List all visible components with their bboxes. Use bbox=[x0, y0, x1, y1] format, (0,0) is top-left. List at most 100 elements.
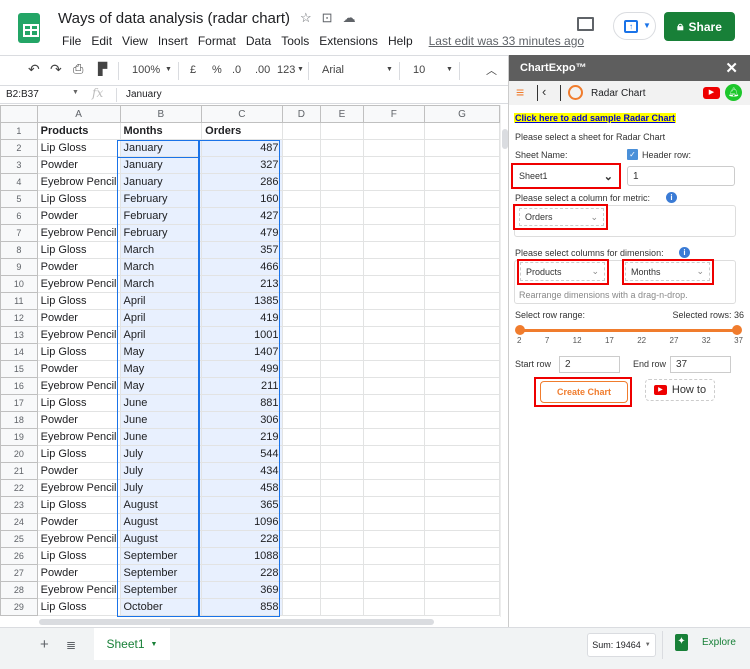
row-number[interactable]: 27 bbox=[0, 564, 38, 582]
cell[interactable]: 466 bbox=[201, 258, 283, 276]
cell[interactable] bbox=[423, 564, 500, 582]
share-button[interactable]: 🔒︎ Share bbox=[664, 12, 735, 41]
cell[interactable] bbox=[362, 513, 425, 531]
cloud-status-icon[interactable]: ☁ bbox=[343, 10, 356, 26]
range-end-handle[interactable] bbox=[732, 325, 742, 335]
cell[interactable]: 1385 bbox=[201, 292, 283, 310]
row-number[interactable]: 4 bbox=[0, 173, 38, 191]
cell[interactable] bbox=[423, 462, 500, 480]
cell[interactable]: 286 bbox=[201, 173, 283, 191]
cell[interactable] bbox=[320, 139, 364, 157]
row-number[interactable]: 14 bbox=[0, 343, 38, 361]
cell[interactable]: Eyebrow Pencil bbox=[36, 326, 121, 344]
column-header-b[interactable]: B bbox=[119, 105, 203, 123]
document-title[interactable]: Ways of data analysis (radar chart) bbox=[58, 10, 290, 27]
cell[interactable] bbox=[281, 122, 322, 140]
cell[interactable]: 434 bbox=[201, 462, 283, 480]
cell[interactable]: Lip Gloss bbox=[36, 547, 121, 565]
cell[interactable] bbox=[320, 224, 364, 242]
create-chart-button[interactable]: Create Chart bbox=[540, 381, 628, 403]
cell[interactable] bbox=[281, 343, 322, 361]
cell[interactable]: Lip Gloss bbox=[36, 445, 121, 463]
cell[interactable] bbox=[281, 309, 322, 327]
cell[interactable] bbox=[320, 462, 364, 480]
cell[interactable]: Eyebrow Pencil bbox=[36, 479, 121, 497]
cell[interactable]: Powder bbox=[36, 156, 121, 174]
info-icon[interactable]: i bbox=[666, 192, 677, 203]
cell[interactable] bbox=[362, 496, 425, 514]
name-box[interactable]: B2:B37 bbox=[6, 89, 39, 100]
cell[interactable] bbox=[362, 462, 425, 480]
row-number[interactable]: 17 bbox=[0, 394, 38, 412]
cell[interactable]: Powder bbox=[36, 513, 121, 531]
cell[interactable] bbox=[362, 309, 425, 327]
move-folder-icon[interactable]: ⊡ bbox=[322, 10, 333, 26]
cell[interactable]: August bbox=[119, 513, 203, 531]
cell[interactable] bbox=[423, 428, 500, 446]
cell[interactable]: 458 bbox=[201, 479, 283, 497]
cell[interactable] bbox=[281, 479, 322, 497]
cell[interactable] bbox=[281, 530, 322, 548]
cell[interactable] bbox=[362, 173, 425, 191]
menu-help[interactable]: Help bbox=[383, 34, 418, 48]
sum-indicator[interactable]: Sum: 19464 ▼ bbox=[587, 633, 656, 657]
cell[interactable] bbox=[423, 156, 500, 174]
cell[interactable]: January bbox=[119, 156, 203, 174]
header-row-checkbox[interactable]: ✓ bbox=[627, 149, 638, 160]
cell[interactable] bbox=[423, 581, 500, 599]
cell[interactable] bbox=[281, 428, 322, 446]
column-header-c[interactable]: C bbox=[201, 105, 283, 123]
cell[interactable] bbox=[281, 496, 322, 514]
cell[interactable] bbox=[423, 207, 500, 225]
font-select[interactable]: Arial bbox=[322, 64, 344, 76]
cell[interactable]: Eyebrow Pencil bbox=[36, 275, 121, 293]
cell[interactable]: Lip Gloss bbox=[36, 241, 121, 259]
cell[interactable]: Lip Gloss bbox=[36, 394, 121, 412]
all-sheets-icon[interactable]: ≣ bbox=[66, 638, 76, 652]
cell[interactable] bbox=[281, 326, 322, 344]
cell[interactable]: July bbox=[119, 479, 203, 497]
cell[interactable] bbox=[423, 190, 500, 208]
row-range-slider[interactable] bbox=[520, 329, 737, 332]
cell[interactable] bbox=[423, 377, 500, 395]
cell[interactable]: Eyebrow Pencil bbox=[36, 224, 121, 242]
cell[interactable] bbox=[320, 564, 364, 582]
cell[interactable] bbox=[362, 241, 425, 259]
cell[interactable]: Lip Gloss bbox=[36, 139, 121, 157]
end-row-input[interactable]: 37 bbox=[670, 356, 731, 373]
metric-select[interactable]: Orders ⌄ bbox=[519, 208, 604, 226]
row-number[interactable]: 28 bbox=[0, 581, 38, 599]
cell[interactable]: February bbox=[119, 207, 203, 225]
back-chevron-icon[interactable]: ‹ bbox=[542, 84, 546, 99]
cell[interactable]: Eyebrow Pencil bbox=[36, 581, 121, 599]
explore-button[interactable]: ✦ Explore bbox=[675, 634, 736, 651]
cell[interactable] bbox=[423, 496, 500, 514]
cell[interactable]: June bbox=[119, 411, 203, 429]
close-icon[interactable]: ✕ bbox=[725, 59, 738, 77]
menu-edit[interactable]: Edit bbox=[86, 34, 117, 48]
row-number[interactable]: 5 bbox=[0, 190, 38, 208]
cell[interactable]: Lip Gloss bbox=[36, 343, 121, 361]
cell[interactable] bbox=[362, 394, 425, 412]
cell[interactable]: Powder bbox=[36, 309, 121, 327]
row-number[interactable]: 26 bbox=[0, 547, 38, 565]
cell[interactable] bbox=[320, 479, 364, 497]
cell[interactable]: Eyebrow Pencil bbox=[36, 173, 121, 191]
cell[interactable] bbox=[320, 241, 364, 259]
cell[interactable] bbox=[320, 309, 364, 327]
present-button[interactable]: ↑ ▼ bbox=[613, 12, 656, 40]
cell[interactable] bbox=[281, 564, 322, 582]
row-number[interactable]: 12 bbox=[0, 309, 38, 327]
cell[interactable]: Eyebrow Pencil bbox=[36, 377, 121, 395]
cell[interactable]: Powder bbox=[36, 462, 121, 480]
cell[interactable]: 327 bbox=[201, 156, 283, 174]
cell[interactable] bbox=[320, 598, 364, 616]
cell[interactable] bbox=[320, 258, 364, 276]
currency-format-button[interactable]: £ bbox=[190, 64, 196, 76]
cell[interactable] bbox=[362, 428, 425, 446]
cell[interactable]: May bbox=[119, 360, 203, 378]
undo-icon[interactable]: ↶ bbox=[28, 61, 40, 78]
cell[interactable] bbox=[423, 598, 500, 616]
vertical-scrollbar[interactable] bbox=[500, 105, 508, 617]
decrease-decimal-button[interactable]: .0 bbox=[232, 64, 241, 76]
